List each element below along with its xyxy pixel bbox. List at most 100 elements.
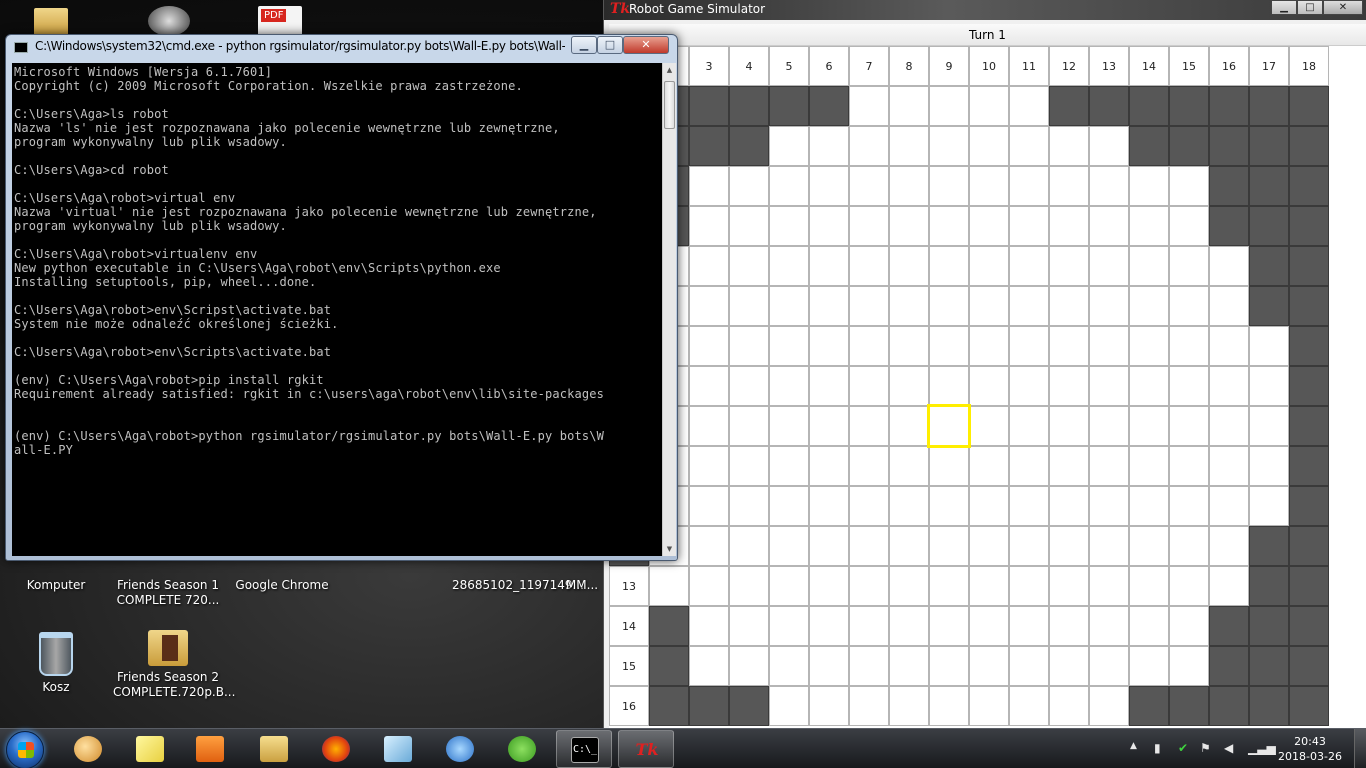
- board-cell-open[interactable]: [889, 126, 929, 166]
- board-cell-open[interactable]: [769, 166, 809, 206]
- taskbar-tk-button[interactable]: Tk: [618, 730, 674, 768]
- board-cell-open[interactable]: [889, 566, 929, 606]
- desktop-icon-mm[interactable]: MM...: [560, 578, 604, 593]
- board-cell-open[interactable]: [729, 606, 769, 646]
- board-cell-open[interactable]: [729, 446, 769, 486]
- board-cell-open[interactable]: [889, 686, 929, 726]
- board-cell-open[interactable]: [1009, 446, 1049, 486]
- board-cell-open[interactable]: [969, 646, 1009, 686]
- board-cell-open[interactable]: [929, 606, 969, 646]
- board-cell-open[interactable]: [809, 366, 849, 406]
- desktop-icon-image-file[interactable]: 28685102_1197149...: [452, 578, 584, 593]
- board-cell-open[interactable]: [689, 246, 729, 286]
- board-cell-open[interactable]: [729, 206, 769, 246]
- board-cell-open[interactable]: [1249, 326, 1289, 366]
- taskbar-notepad-button[interactable]: [370, 730, 426, 768]
- taskbar-thunderbird-button[interactable]: [432, 730, 488, 768]
- board-cell-open[interactable]: [929, 326, 969, 366]
- board-cell-open[interactable]: [809, 566, 849, 606]
- board-cell-open[interactable]: [849, 406, 889, 446]
- board-cell-open[interactable]: [649, 566, 689, 606]
- board-cell-open[interactable]: [929, 686, 969, 726]
- board-cell-open[interactable]: [1129, 486, 1169, 526]
- board-cell-open[interactable]: [1169, 526, 1209, 566]
- board-cell-open[interactable]: [769, 566, 809, 606]
- board-cell-open[interactable]: [809, 126, 849, 166]
- robot-game-titlebar[interactable]: Tk Robot Game Simulator ▁ □ ✕: [604, 0, 1366, 20]
- minimize-button[interactable]: ▁: [1271, 0, 1297, 15]
- board-cell-open[interactable]: [1009, 286, 1049, 326]
- board-cell-open[interactable]: [769, 286, 809, 326]
- board-cell-open[interactable]: [969, 406, 1009, 446]
- board-cell-open[interactable]: [1049, 486, 1089, 526]
- board-cell-open[interactable]: [729, 366, 769, 406]
- board-cell-open[interactable]: [969, 446, 1009, 486]
- board-cell-open[interactable]: [1209, 286, 1249, 326]
- board-cell-open[interactable]: [689, 646, 729, 686]
- board-cell-open[interactable]: [1009, 646, 1049, 686]
- board-cell-open[interactable]: [689, 446, 729, 486]
- board-cell-open[interactable]: [689, 566, 729, 606]
- board-cell-open[interactable]: [769, 646, 809, 686]
- board-cell-open[interactable]: [809, 646, 849, 686]
- folder-top-icon[interactable]: [34, 8, 68, 36]
- board-cell-open[interactable]: [769, 246, 809, 286]
- board-cell-open[interactable]: [729, 646, 769, 686]
- board-cell-open[interactable]: [1169, 606, 1209, 646]
- volume-icon[interactable]: ◀: [1224, 741, 1233, 755]
- board-cell-open[interactable]: [1129, 606, 1169, 646]
- close-button[interactable]: ✕: [1323, 0, 1363, 15]
- board-cell-open[interactable]: [889, 326, 929, 366]
- board-cell-open[interactable]: [849, 326, 889, 366]
- board-cell-open[interactable]: [1129, 326, 1169, 366]
- board-cell-open[interactable]: [729, 326, 769, 366]
- board-cell-open[interactable]: [849, 646, 889, 686]
- board-cell-open[interactable]: [1169, 246, 1209, 286]
- board-cell-open[interactable]: [1129, 206, 1169, 246]
- board-cell-open[interactable]: [809, 406, 849, 446]
- board-cell-open[interactable]: [1089, 206, 1129, 246]
- board-cell-open[interactable]: [1249, 406, 1289, 446]
- board-cell-open[interactable]: [1009, 366, 1049, 406]
- board-cell-open[interactable]: [969, 206, 1009, 246]
- board-cell-open[interactable]: [1169, 446, 1209, 486]
- board-cell-open[interactable]: [969, 686, 1009, 726]
- board-cell-open[interactable]: [1009, 566, 1049, 606]
- board-cell-open[interactable]: [849, 606, 889, 646]
- board-cell-open[interactable]: [889, 526, 929, 566]
- board-cell-open[interactable]: [1009, 606, 1049, 646]
- board-cell-open[interactable]: [689, 486, 729, 526]
- board-cell-open[interactable]: [1209, 246, 1249, 286]
- scroll-down-arrow-icon[interactable]: ▼: [663, 542, 676, 556]
- minimize-button[interactable]: ▁: [571, 36, 597, 54]
- board-cell-open[interactable]: [1129, 566, 1169, 606]
- board-cell-open[interactable]: [969, 246, 1009, 286]
- board-cell-open[interactable]: [1009, 166, 1049, 206]
- board-cell-open[interactable]: [1129, 246, 1169, 286]
- board-cell-open[interactable]: [1049, 406, 1089, 446]
- board-cell-open[interactable]: [1129, 406, 1169, 446]
- board-cell-open[interactable]: [1089, 446, 1129, 486]
- maximize-button[interactable]: □: [1297, 0, 1323, 15]
- board-cell-open[interactable]: [969, 606, 1009, 646]
- board-cell-open[interactable]: [889, 246, 929, 286]
- board-cell-open[interactable]: [849, 686, 889, 726]
- board-cell-open[interactable]: [849, 86, 889, 126]
- board-cell-open[interactable]: [1169, 486, 1209, 526]
- board-cell-open[interactable]: [889, 166, 929, 206]
- board-cell-open[interactable]: [1009, 486, 1049, 526]
- board-cell-open[interactable]: [769, 326, 809, 366]
- board-cell-open[interactable]: [929, 166, 969, 206]
- taskbar-sticky-notes-button[interactable]: [122, 730, 178, 768]
- board-cell-open[interactable]: [929, 486, 969, 526]
- board-cell-open[interactable]: [1089, 526, 1129, 566]
- board-cell-open[interactable]: [1249, 446, 1289, 486]
- desktop-icon-google-chrome[interactable]: Google Chrome: [227, 578, 337, 593]
- board-cell-open[interactable]: [1089, 406, 1129, 446]
- board-cell-open[interactable]: [1009, 246, 1049, 286]
- board-cell-open[interactable]: [729, 166, 769, 206]
- board-cell-open[interactable]: [1209, 526, 1249, 566]
- taskbar-paint-app-button[interactable]: [60, 730, 116, 768]
- board-cell-open[interactable]: [1089, 606, 1129, 646]
- board-cell-open[interactable]: [1049, 326, 1089, 366]
